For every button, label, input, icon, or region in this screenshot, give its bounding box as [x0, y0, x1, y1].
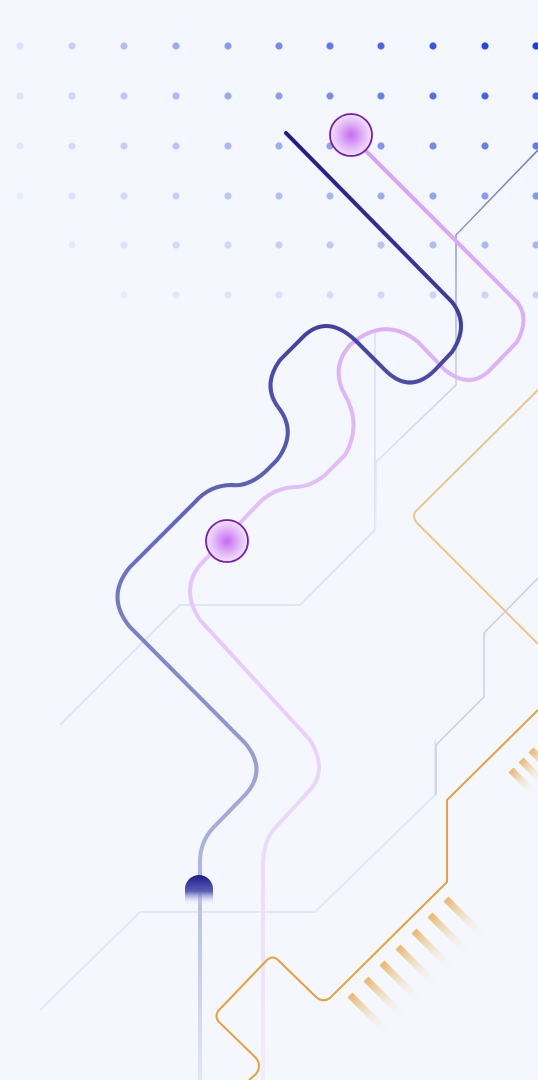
grid-dot — [68, 192, 76, 200]
grid-dot — [224, 142, 232, 150]
grid-dot — [120, 42, 128, 50]
grid-dot — [481, 291, 489, 299]
grid-dot — [481, 241, 489, 249]
grid-dot — [481, 192, 489, 200]
grid-dot — [532, 92, 538, 100]
grid-dot — [532, 291, 538, 299]
grid-dot — [275, 192, 283, 200]
grid-dot — [172, 241, 180, 249]
grid-dot — [429, 241, 437, 249]
grid-dot — [326, 92, 334, 100]
grid-dot — [120, 241, 128, 249]
grid-dot — [275, 92, 283, 100]
grid-dot — [532, 192, 538, 200]
grid-dot — [377, 291, 385, 299]
grid-dot — [377, 92, 385, 100]
grid-dot — [326, 241, 334, 249]
grid-dot — [481, 92, 489, 100]
grid-dot — [377, 192, 385, 200]
grid-dot — [481, 42, 489, 50]
grid-dot — [120, 192, 128, 200]
terminal-dot — [185, 875, 213, 905]
grid-dot — [172, 142, 180, 150]
grid-dot — [120, 142, 128, 150]
violet-trace — [188, 133, 526, 1080]
circuit-illustration — [16, 42, 538, 1080]
grid-dot — [275, 42, 283, 50]
grid-dot — [224, 42, 232, 50]
grid-dot — [275, 241, 283, 249]
grid-dot — [481, 142, 489, 150]
grid-dot — [120, 92, 128, 100]
node-marker — [329, 113, 373, 157]
node-marker — [205, 519, 249, 563]
amber-stripe-cluster — [347, 896, 489, 1038]
decorative-circuit-background — [0, 0, 538, 1080]
grid-dot — [68, 92, 76, 100]
grid-dot — [429, 142, 437, 150]
grid-dot — [68, 241, 76, 249]
faint-trace — [39, 740, 436, 1011]
grid-dot — [377, 42, 385, 50]
grid-dot — [429, 42, 437, 50]
grid-dot — [224, 291, 232, 299]
grid-dot — [16, 192, 24, 200]
grid-dot — [275, 142, 283, 150]
grid-dot — [68, 42, 76, 50]
grid-dot — [68, 142, 76, 150]
grid-dot — [172, 192, 180, 200]
grid-dot — [172, 92, 180, 100]
grid-dot — [224, 241, 232, 249]
grid-dot — [532, 142, 538, 150]
grid-dot — [326, 291, 334, 299]
amber-stripe-cluster — [508, 747, 538, 797]
grid-dot — [224, 92, 232, 100]
grid-dot — [120, 291, 128, 299]
grid-dot — [16, 142, 24, 150]
grid-dot — [377, 142, 385, 150]
grid-dot — [16, 42, 24, 50]
grid-dot — [224, 192, 232, 200]
grid-dot — [275, 291, 283, 299]
dot-grid-pattern — [16, 42, 538, 299]
grid-dot — [532, 42, 538, 50]
grid-dot — [377, 241, 385, 249]
grid-dot — [532, 241, 538, 249]
grid-dot — [429, 92, 437, 100]
grid-dot — [429, 192, 437, 200]
grid-dot — [429, 291, 437, 299]
grid-dot — [326, 192, 334, 200]
grid-dot — [172, 291, 180, 299]
amber-trace — [413, 389, 538, 645]
navy-trace — [115, 131, 463, 1080]
grid-dot — [326, 42, 334, 50]
grid-dot — [172, 42, 180, 50]
grid-dot — [16, 92, 24, 100]
